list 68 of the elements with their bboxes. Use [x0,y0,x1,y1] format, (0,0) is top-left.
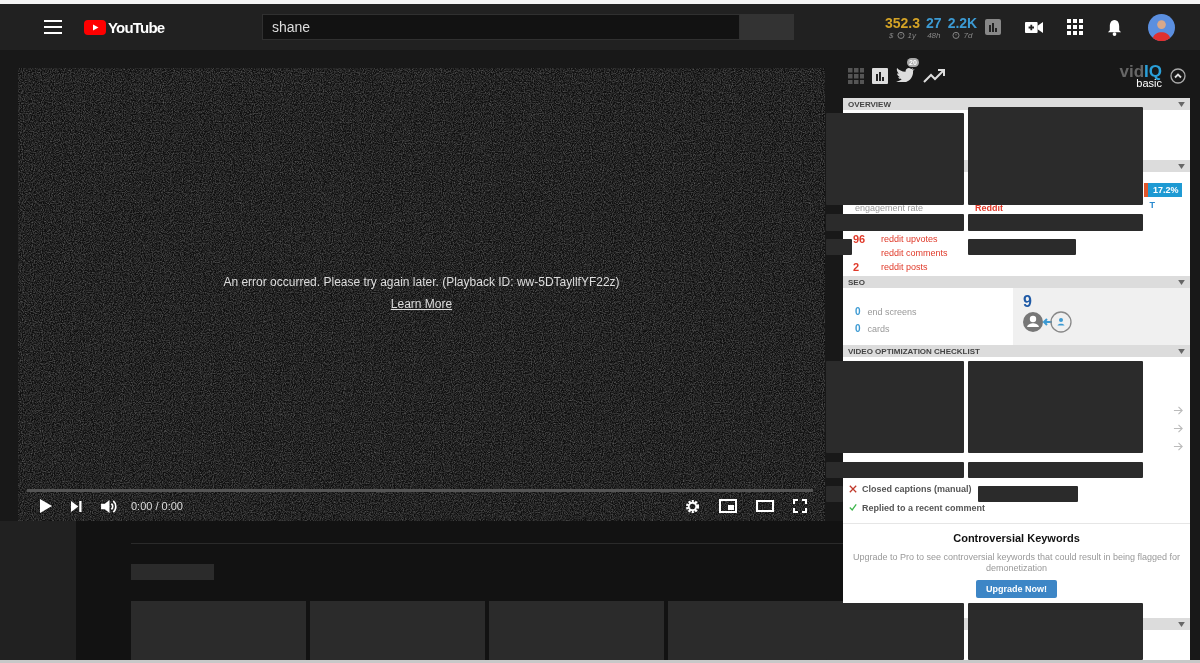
metric-label: reddit upvotes [881,234,938,244]
next-icon[interactable] [71,500,82,512]
video-camera-icon[interactable] [1025,20,1044,34]
section-header[interactable]: VIDEO OPTIMIZATION CHECKLIST [843,345,1190,357]
section-title: OVERVIEW [848,99,891,109]
upgrade-button[interactable]: Upgrade Now! [976,580,1057,598]
caret-icon[interactable] [1178,279,1185,285]
miniplayer-icon[interactable] [719,499,737,513]
bird-icon[interactable] [896,66,915,82]
volume-icon[interactable] [101,498,118,514]
metric-label: reddit comments [881,248,948,258]
dollar-sign: $ [889,30,894,40]
clock-icon [952,31,961,39]
section-title: Controversial Keywords [953,532,1080,544]
percent-badge: 17.2% [1148,183,1182,197]
metric-label: reddit posts [881,262,928,272]
apps-grid-icon[interactable] [1067,19,1084,35]
stat-value: 27 [926,14,942,31]
grid-icon[interactable] [848,68,864,84]
placeholder-block [826,239,852,255]
collapse-icon[interactable] [1170,68,1186,84]
notification-bell-icon[interactable] [1107,18,1123,36]
error-message: An error occurred. Please try again later. (Playback ID: ww-5DTayllfYF22z) [223,275,620,289]
source-label: Reddit [975,203,1003,213]
avatar[interactable] [1148,13,1176,41]
stat-value: 2.2K [947,14,978,31]
learn-more-link[interactable]: Learn More [390,297,453,311]
count-label: end screens [867,306,917,318]
theater-mode-icon[interactable] [756,500,774,512]
vidiq-logo: vidIQ [1119,63,1162,80]
checklist-item: Closed captions (manual) [862,483,972,494]
video-player[interactable]: An error occurred. Please try again later. (Playback ID: ww-5DTayllfYF22z) Learn More 0:00 / 0:00 [18,68,825,521]
count-value: 0 [855,323,861,335]
plan-label: basic [1136,78,1162,89]
trending-icon[interactable] [923,69,945,83]
clock-icon [896,31,905,39]
caret-icon[interactable] [1178,163,1185,169]
settings-icon[interactable] [685,498,700,514]
stat-caption: 48h [927,30,941,40]
caret-icon[interactable] [1178,348,1185,354]
play-icon[interactable] [40,499,52,513]
trend-label: T [1149,200,1155,210]
section-header[interactable]: SEO [843,276,1190,288]
search-field[interactable]: shane [262,14,740,40]
chart-icon[interactable] [872,68,888,84]
fullscreen-icon[interactable] [793,499,807,513]
subscribe-drawing [1023,311,1073,333]
stat-caption: 7d [963,30,973,40]
count-value: 0 [855,306,861,318]
upgrade-message: Upgrade to Pro to see controversial keywords that could result in being flagged for demonetization [851,552,1182,574]
menu-icon[interactable] [44,20,62,34]
site-logo[interactable]: YouTube [108,18,165,36]
stat-value: 352.3 [885,14,921,31]
section-title: VIDEO OPTIMIZATION CHECKLIST [848,346,980,356]
metric-value: 2 [853,261,861,273]
stat-caption: 1y [907,30,916,40]
caret-icon[interactable] [1178,621,1185,627]
section-title: SEO [848,277,865,287]
placeholder-block [826,486,843,502]
metric-label: engagement rate [855,203,925,213]
checklist-item: Replied to a recent comment [862,502,986,513]
section-header[interactable]: OVERVIEW [843,98,1190,110]
subscriber-count: 9 [1023,293,1033,311]
count-label: cards [867,323,890,335]
metric-value: 96 [853,233,867,245]
time-display: 0:00 / 0:00 [131,500,183,512]
play-logo-icon [84,19,106,35]
caret-icon[interactable] [1178,101,1185,107]
